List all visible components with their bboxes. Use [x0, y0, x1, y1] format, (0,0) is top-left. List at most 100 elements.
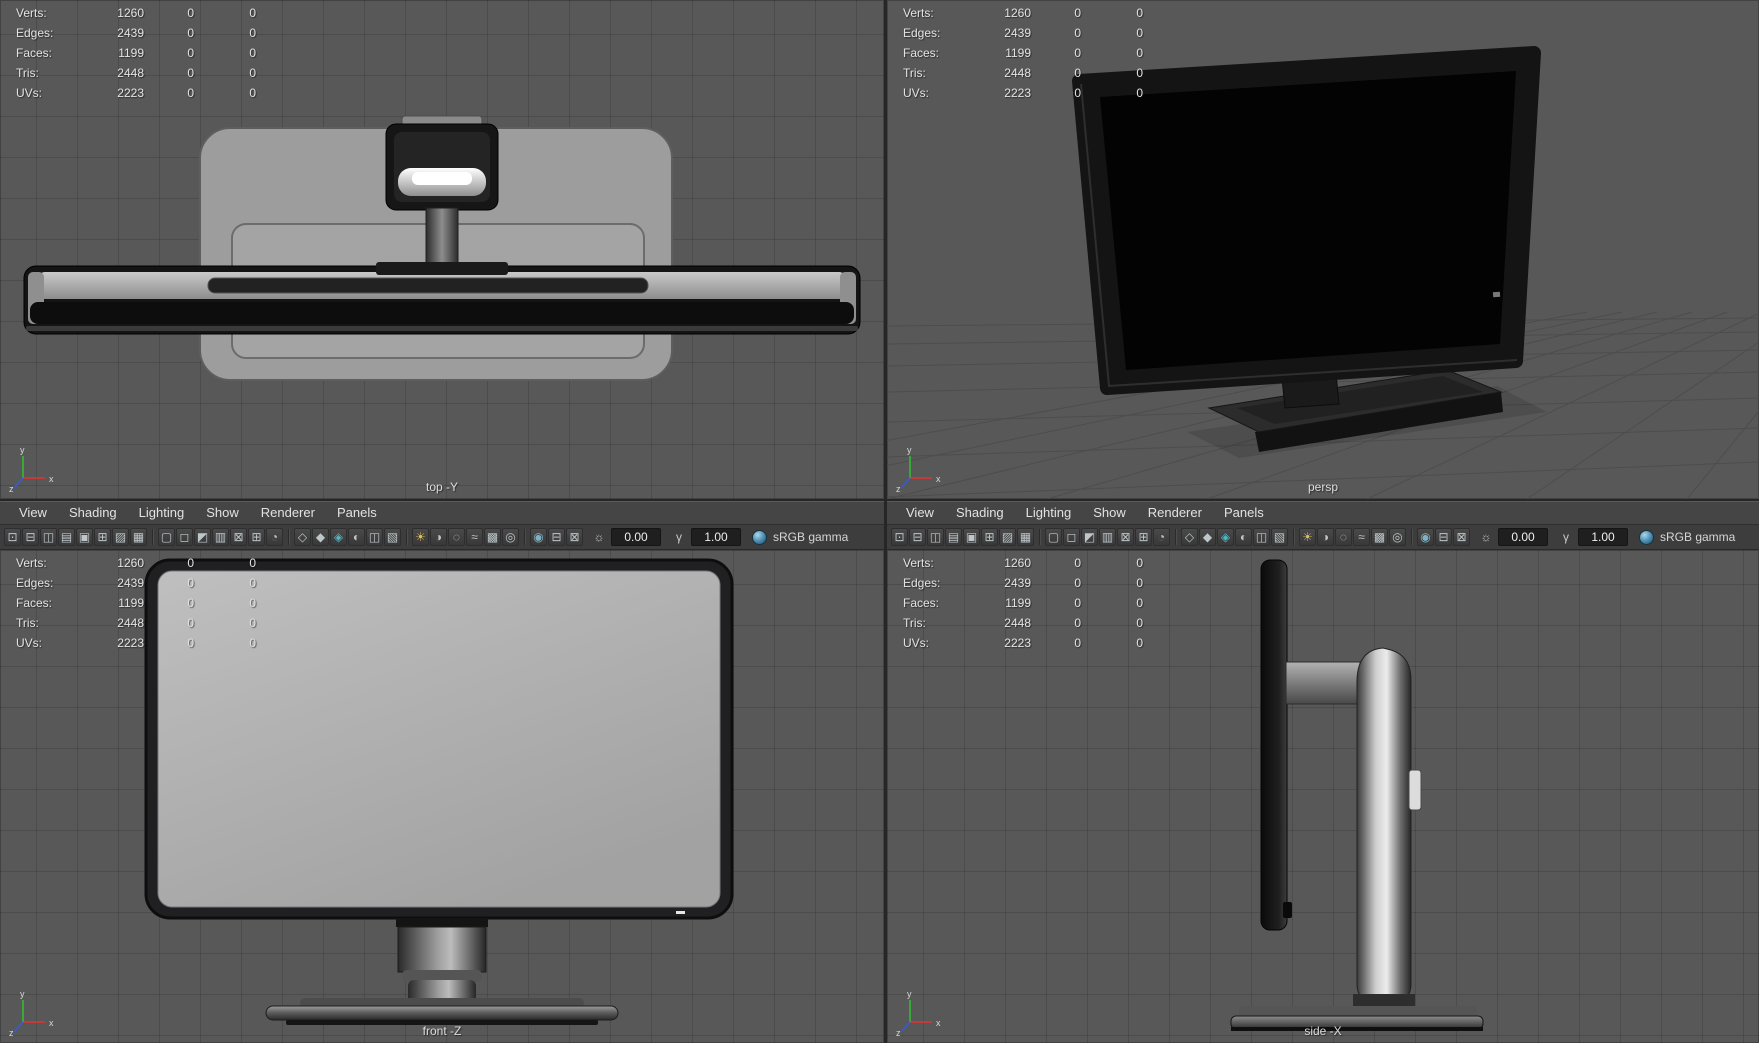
lock-camera-icon[interactable]: ⊟	[909, 528, 926, 546]
safe-action-icon[interactable]: ⊠	[230, 528, 247, 546]
menu-lighting[interactable]: Lighting	[128, 503, 196, 523]
isolate-select-icon[interactable]: ◉	[1417, 528, 1434, 546]
shadows-icon[interactable]: ◑	[1317, 528, 1334, 546]
menu-panels[interactable]: Panels	[326, 503, 388, 523]
camera-attributes-icon[interactable]: ◫	[927, 528, 944, 546]
gamma-field[interactable]: 1.00	[1578, 528, 1628, 546]
use-default-material-icon[interactable]: ◐	[348, 528, 365, 546]
exposure-icon[interactable]: ☼	[590, 528, 608, 546]
stat-extra-count-1: 0	[187, 596, 194, 610]
stat-extra-count-2: 0	[249, 596, 256, 610]
menu-view[interactable]: View	[895, 503, 945, 523]
menu-renderer[interactable]: Renderer	[1137, 503, 1213, 523]
shaded-icon[interactable]: ◆	[312, 528, 329, 546]
menu-renderer[interactable]: Renderer	[250, 503, 326, 523]
select-camera-icon[interactable]: ⊡	[4, 528, 21, 546]
menu-view[interactable]: View	[8, 503, 58, 523]
wireframe-on-shaded-icon[interactable]: ◫	[1253, 528, 1270, 546]
2d-pan-zoom-icon[interactable]: ⊞	[94, 528, 111, 546]
stat-label: Edges:	[16, 26, 54, 40]
safe-title-icon[interactable]: ⊞	[1135, 528, 1152, 546]
viewport-front[interactable]: Verts: 1260 0 0 Edges: 2439 0 0 Faces: 1…	[0, 550, 884, 1043]
viewport-persp[interactable]: Verts: 1260 0 0 Edges: 2439 0 0 Faces: 1…	[887, 0, 1759, 499]
gamma-field[interactable]: 1.00	[691, 528, 741, 546]
snapshot-icon[interactable]: ⊠	[566, 528, 583, 546]
use-default-material-icon[interactable]: ◐	[1235, 528, 1252, 546]
exposure-field[interactable]: 0.00	[1498, 528, 1548, 546]
resolution-gate-icon[interactable]: ◻	[1063, 528, 1080, 546]
grid-toggle-icon[interactable]: ▦	[1017, 528, 1034, 546]
film-gate-icon[interactable]: ▢	[158, 528, 175, 546]
2d-pan-zoom-icon[interactable]: ⊞	[981, 528, 998, 546]
stat-value: 2223	[117, 636, 144, 650]
anti-aliasing-icon[interactable]: ▩	[484, 528, 501, 546]
shaded-icon[interactable]: ◆	[1199, 528, 1216, 546]
menu-lighting[interactable]: Lighting	[1015, 503, 1083, 523]
use-all-lights-icon[interactable]: ☀	[1299, 528, 1316, 546]
axis-y-label: y	[907, 989, 912, 999]
toolbar-group-gates: ▢ ◻ ◩ ▥ ⊠ ⊞ ◔	[1045, 528, 1171, 546]
wireframe-icon[interactable]: ◇	[1181, 528, 1198, 546]
color-management-icon[interactable]	[1639, 529, 1654, 545]
frame-rate-icon[interactable]: ◔	[1153, 528, 1170, 546]
stat-extra-count-1: 0	[187, 576, 194, 590]
menu-show[interactable]: Show	[195, 503, 250, 523]
film-gate-icon[interactable]: ▢	[1045, 528, 1062, 546]
menu-panels[interactable]: Panels	[1213, 503, 1275, 523]
select-camera-icon[interactable]: ⊡	[891, 528, 908, 546]
menu-shading[interactable]: Shading	[58, 503, 128, 523]
gate-mask-icon[interactable]: ◩	[1081, 528, 1098, 546]
grease-pencil-icon[interactable]: ▨	[999, 528, 1016, 546]
textured-icon[interactable]: ◈	[330, 528, 347, 546]
shadows-icon[interactable]: ◑	[430, 528, 447, 546]
view-label-side: side -X	[1304, 1024, 1342, 1038]
use-all-lights-icon[interactable]: ☀	[412, 528, 429, 546]
depth-of-field-icon[interactable]: ◎	[502, 528, 519, 546]
motion-blur-icon[interactable]: ≈	[1353, 528, 1370, 546]
grease-pencil-icon[interactable]: ▨	[112, 528, 129, 546]
stat-row: Edges: 2439 0 0	[16, 23, 256, 43]
toolbar-group-gates: ▢ ◻ ◩ ▥ ⊠ ⊞ ◔	[158, 528, 284, 546]
split-view-icon[interactable]: ⊟	[1435, 528, 1452, 546]
frame-rate-icon[interactable]: ◔	[266, 528, 283, 546]
stat-extra-count-2: 0	[249, 46, 256, 60]
camera-attributes-icon[interactable]: ◫	[40, 528, 57, 546]
bookmarks-icon[interactable]: ▤	[58, 528, 75, 546]
color-management-icon[interactable]	[752, 529, 767, 545]
field-chart-icon[interactable]: ▥	[1099, 528, 1116, 546]
depth-of-field-icon[interactable]: ◎	[1389, 528, 1406, 546]
viewport-top[interactable]: Verts: 1260 0 0 Edges: 2439 0 0 Faces: 1…	[0, 0, 884, 499]
gate-mask-icon[interactable]: ◩	[194, 528, 211, 546]
snapshot-icon[interactable]: ⊠	[1453, 528, 1470, 546]
image-plane-icon[interactable]: ▣	[76, 528, 93, 546]
field-chart-icon[interactable]: ▥	[212, 528, 229, 546]
exposure-icon[interactable]: ☼	[1477, 528, 1495, 546]
ambient-occlusion-icon[interactable]: ◌	[1335, 528, 1352, 546]
gamma-icon[interactable]: γ	[1557, 528, 1575, 546]
safe-action-icon[interactable]: ⊠	[1117, 528, 1134, 546]
bookmarks-icon[interactable]: ▤	[945, 528, 962, 546]
toolbar-separator	[406, 529, 408, 545]
lock-camera-icon[interactable]: ⊟	[22, 528, 39, 546]
gamma-icon[interactable]: γ	[670, 528, 688, 546]
split-view-icon[interactable]: ⊟	[548, 528, 565, 546]
menu-show[interactable]: Show	[1082, 503, 1137, 523]
wireframe-on-shaded-icon[interactable]: ◫	[366, 528, 383, 546]
resolution-gate-icon[interactable]: ◻	[176, 528, 193, 546]
image-plane-icon[interactable]: ▣	[963, 528, 980, 546]
motion-blur-icon[interactable]: ≈	[466, 528, 483, 546]
ambient-occlusion-icon[interactable]: ◌	[448, 528, 465, 546]
textured-icon[interactable]: ◈	[1217, 528, 1234, 546]
xray-icon[interactable]: ▧	[384, 528, 401, 546]
safe-title-icon[interactable]: ⊞	[248, 528, 265, 546]
isolate-select-icon[interactable]: ◉	[530, 528, 547, 546]
xray-icon[interactable]: ▧	[1271, 528, 1288, 546]
grid-toggle-icon[interactable]: ▦	[130, 528, 147, 546]
wireframe-icon[interactable]: ◇	[294, 528, 311, 546]
exposure-field[interactable]: 0.00	[611, 528, 661, 546]
stat-label: Tris:	[903, 616, 926, 630]
menu-shading[interactable]: Shading	[945, 503, 1015, 523]
anti-aliasing-icon[interactable]: ▩	[1371, 528, 1388, 546]
viewport-side[interactable]: Verts: 1260 0 0 Edges: 2439 0 0 Faces: 1…	[887, 550, 1759, 1043]
stat-label: Tris:	[16, 66, 39, 80]
